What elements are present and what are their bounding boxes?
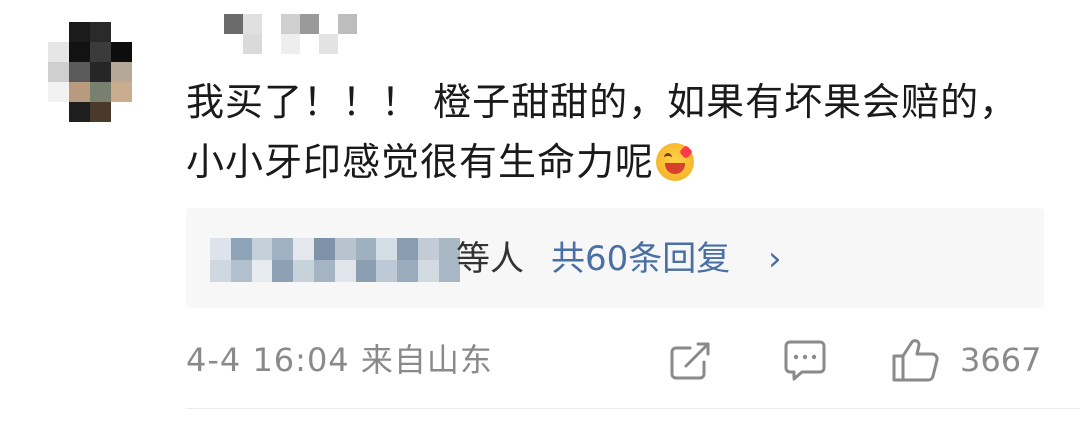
comment-meta: 4-4 16:04 来自山东 [186,336,493,384]
replies-preview[interactable]: 等人 共60条回复 › [186,208,1044,308]
username-blurred[interactable] [205,14,376,54]
reply-users-blurred [210,238,460,282]
share-icon [670,342,710,380]
share-button[interactable] [668,336,714,384]
comment-button[interactable] [780,336,830,384]
divider [186,408,1080,409]
like-count: 3667 [960,341,1042,379]
like-button[interactable] [890,336,942,384]
reply-others-label: 等人 [456,239,524,279]
avatar[interactable] [48,22,132,122]
comment-text: 我买了！！！ 橙子甜甜的，如果有坏果会赔的，小小牙印感觉很有生命力呢 [186,72,1046,192]
chevron-right-icon[interactable]: › [768,235,782,283]
heart-kiss-emoji-icon [656,143,695,181]
comment-body: 我买了！！！ 橙子甜甜的，如果有坏果会赔的，小小牙印感觉很有生命力呢 [186,80,1019,184]
timestamp: 4-4 16:04 [186,341,350,379]
view-replies-link[interactable]: 共60条回复 [551,235,730,283]
location-source: 来自山东 [360,341,493,379]
comment-icon [784,340,826,381]
like-icon [892,339,939,382]
